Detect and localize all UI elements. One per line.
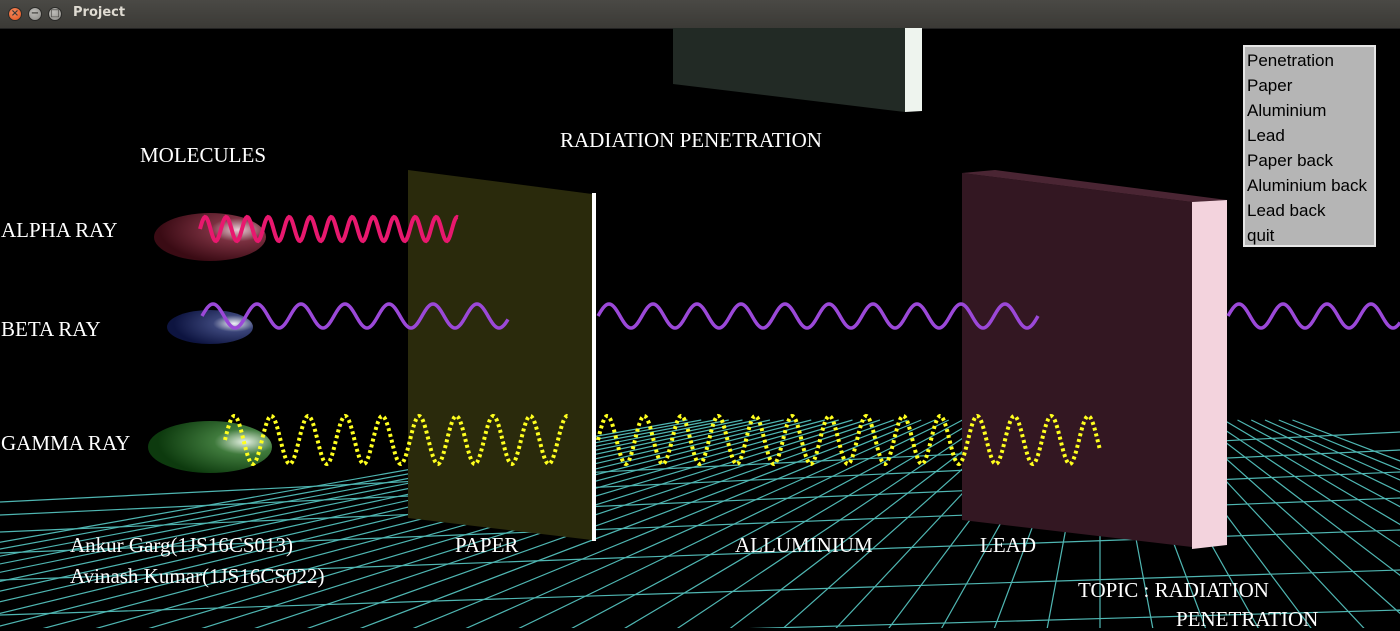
paper-label: PAPER <box>455 535 518 556</box>
topic-line-2: PENETRATION <box>1176 609 1318 630</box>
molecules-label: MOLECULES <box>140 145 266 166</box>
close-button[interactable]: × <box>8 7 22 21</box>
menu-item-lead-back[interactable]: Lead back <box>1247 199 1374 224</box>
menu-item-aluminium-back[interactable]: Aluminium back <box>1247 174 1374 199</box>
close-icon: × <box>11 8 19 19</box>
scene-heading: RADIATION PENETRATION <box>560 130 822 151</box>
paper-sheet <box>408 170 592 540</box>
maximize-button[interactable]: □ <box>48 7 62 21</box>
render-canvas[interactable]: RADIATION PENETRATION MOLECULES ALPHA RA… <box>0 28 1400 628</box>
context-menu: Penetration Paper Aluminium Lead Paper b… <box>1243 45 1376 247</box>
lead-block-edge <box>1192 200 1227 549</box>
window-titlebar: × − □ Project <box>0 0 1400 29</box>
menu-item-paper-back[interactable]: Paper back <box>1247 149 1374 174</box>
grid-line <box>715 420 1004 628</box>
lead-label: LEAD <box>980 535 1036 556</box>
aluminium-slab-edge <box>905 28 922 112</box>
beta-wave-segment <box>1228 304 1400 328</box>
menu-item-lead[interactable]: Lead <box>1247 124 1374 149</box>
alpha-ray-label: ALPHA RAY <box>1 220 118 241</box>
aluminium-slab <box>673 28 905 112</box>
menu-item-penetration[interactable]: Penetration <box>1247 49 1374 74</box>
maximize-icon: □ <box>50 8 59 19</box>
minimize-button[interactable]: − <box>28 7 42 21</box>
minimize-icon: − <box>31 8 39 19</box>
gamma-ray-label: GAMMA RAY <box>1 433 130 454</box>
menu-item-quit[interactable]: quit <box>1247 224 1374 249</box>
aluminium-label: ALLUMINIUM <box>735 535 873 556</box>
grid-line <box>605 420 976 628</box>
beta-ray-label: BETA RAY <box>1 319 101 340</box>
menu-item-paper[interactable]: Paper <box>1247 74 1374 99</box>
author-2: Avinash Kumar(1JS16CS022) <box>70 566 325 587</box>
menu-item-aluminium[interactable]: Aluminium <box>1247 99 1374 124</box>
window-title: Project <box>73 5 125 20</box>
topic-line-1: TOPIC : RADIATION <box>1078 580 1269 601</box>
lead-block <box>962 173 1192 547</box>
author-1: Ankur Garg(1JS16CS013) <box>70 535 293 556</box>
